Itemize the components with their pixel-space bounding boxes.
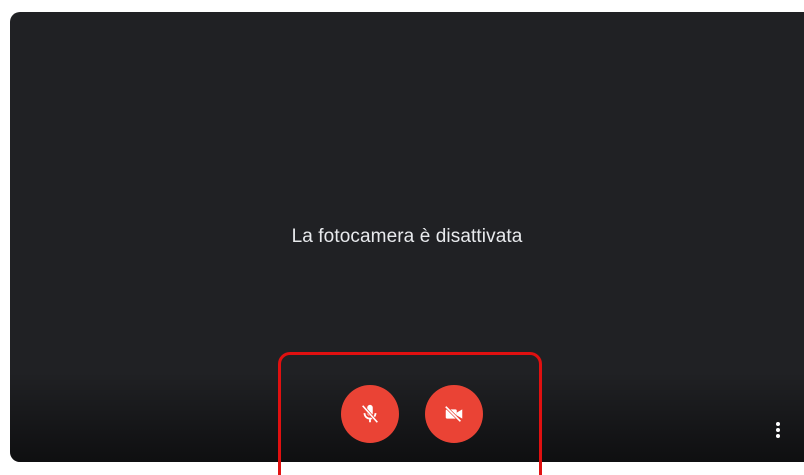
camera-toggle-button[interactable]	[425, 385, 483, 443]
video-camera-off-icon	[443, 403, 465, 425]
media-controls	[10, 385, 804, 443]
more-vert-icon	[775, 421, 781, 444]
page: La fotocamera è disattivata	[0, 0, 804, 475]
microphone-off-icon	[359, 403, 381, 425]
camera-preview: La fotocamera è disattivata	[10, 12, 804, 462]
camera-off-message: La fotocamera è disattivata	[291, 226, 523, 247]
more-options-button[interactable]	[768, 420, 788, 444]
microphone-toggle-button[interactable]	[341, 385, 399, 443]
